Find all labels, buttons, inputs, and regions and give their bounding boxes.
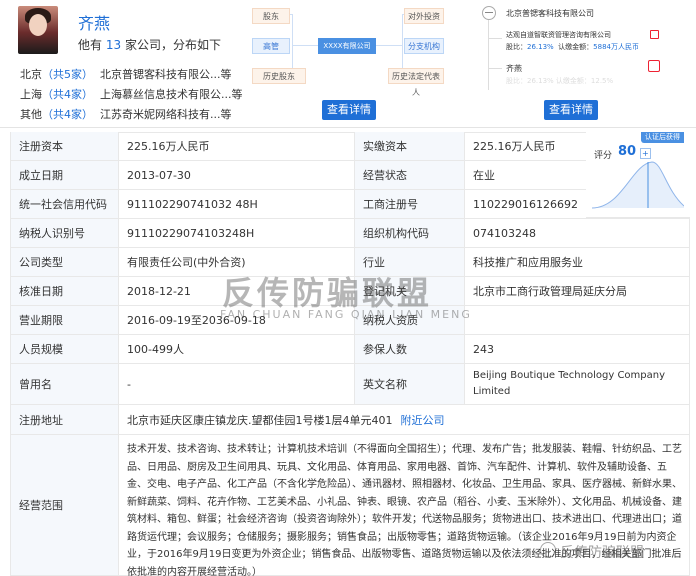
person-overview: 齐燕 他有 13 家公司，分布如下 北京（共5家） 北京普锶客科技有限公...等… xyxy=(0,0,696,128)
city-count: （共4家） xyxy=(42,88,93,101)
company-badge-icon xyxy=(650,30,659,39)
city-company[interactable]: 北京普锶客科技有限公...等 xyxy=(100,66,232,82)
person-badge-icon xyxy=(648,60,660,72)
value-former-name: - xyxy=(119,364,355,404)
city-name: 上海 xyxy=(20,88,42,101)
summary-prefix: 他有 xyxy=(78,38,103,52)
diagram-history-shareholder: 历史股东 xyxy=(252,68,306,84)
value-insured-count: 243 xyxy=(473,342,494,356)
panel-detail-button[interactable]: 查看详情 xyxy=(544,100,598,120)
label-former-name: 曾用名 xyxy=(11,364,119,404)
child-company-card[interactable]: 达观自道智联资管理咨询有限公司 股比：26.13% 认缴金额：5884万人民币 xyxy=(506,30,670,54)
table-row: 纳税人识别号 91110229074103248H 组织机构代码 0741032… xyxy=(10,219,690,248)
score-bell-curve xyxy=(592,161,684,209)
avatar[interactable] xyxy=(18,6,58,54)
city-row-shanghai[interactable]: 上海（共4家） 上海慕丝信息技术有限公...等 xyxy=(20,86,243,102)
diagram-line xyxy=(402,14,403,76)
city-name: 其他 xyxy=(20,108,42,121)
table-row: 注册地址 北京市延庆区康庄镇龙庆.望都佳园1号楼1层4单元401 附近公司 xyxy=(10,405,690,435)
watermark-subtext: FAN CHUAN FANG QIAN LIAN MENG xyxy=(220,308,472,321)
label-status: 经营状态 xyxy=(355,161,465,189)
value-english-name: Beijing Boutique Technology Company Limi… xyxy=(473,370,666,397)
child-company-stats: 股比：26.13% 认缴金额：5884万人民币 xyxy=(506,43,639,51)
label-company-type: 公司类型 xyxy=(11,248,119,276)
label-paid-capital: 实缴资本 xyxy=(355,132,465,160)
value-org-code: 074103248 xyxy=(473,226,536,240)
panel-company-name[interactable]: 北京普锶客科技有限公司 xyxy=(506,8,594,19)
city-name: 北京 xyxy=(20,68,42,81)
score-value: 80 xyxy=(618,144,637,159)
value-staff-size: 100-499人 xyxy=(119,335,355,363)
minus-icon xyxy=(485,12,493,13)
label-english-name: 英文名称 xyxy=(355,364,465,404)
city-company[interactable]: 上海慕丝信息技术有限公...等 xyxy=(100,86,243,102)
label-credit-code: 统一社会信用代码 xyxy=(11,190,119,218)
value-paid-capital: 225.16万人民币 xyxy=(465,132,587,160)
table-row: 人员规模 100-499人 参保人数 243 xyxy=(10,335,690,364)
label-registration-number: 工商注册号 xyxy=(355,190,465,218)
value-address: 北京市延庆区康庄镇龙庆.望都佳园1号楼1层4单元401 附近公司 xyxy=(119,405,691,434)
diagram-line xyxy=(376,45,402,46)
tree-line xyxy=(488,38,502,39)
label-business-term: 营业期限 xyxy=(11,306,119,334)
nearby-companies-link[interactable]: 附近公司 xyxy=(401,412,445,428)
company-count: 13 xyxy=(105,38,122,52)
child-company-name: 达观自道智联资管理咨询有限公司 xyxy=(506,31,611,39)
tree-line xyxy=(488,68,502,69)
label-founded-date: 成立日期 xyxy=(11,161,119,189)
value-founded-date: 2013-07-30 xyxy=(119,161,355,189)
label-insured-count: 参保人数 xyxy=(355,335,465,363)
city-count: （共5家） xyxy=(42,68,93,81)
avatar-face xyxy=(29,14,47,36)
table-row: 曾用名 - 英文名称 Beijing Boutique Technology C… xyxy=(10,364,690,405)
value-taxpayer-qualification xyxy=(465,306,691,334)
diagram-shareholder: 股东 xyxy=(252,8,290,24)
diagram-line xyxy=(292,14,293,76)
value-registration-authority: 北京市工商行政管理局延庆分局 xyxy=(473,285,627,298)
address-text: 北京市延庆区康庄镇龙庆.望都佳园1号楼1层4单元401 xyxy=(127,413,393,427)
city-count: （共4家） xyxy=(42,108,93,121)
city-row-other[interactable]: 其他（共4家） 江苏奇米妮网络科技有...等 xyxy=(20,106,232,122)
label-taxpayer-id: 纳税人识别号 xyxy=(11,219,119,247)
diagram-outbound-investment: 对外投资 xyxy=(404,8,444,24)
diagram-line xyxy=(292,45,318,46)
label-staff-size: 人员规模 xyxy=(11,335,119,363)
score-box[interactable]: 认证后获得 评分 80 + xyxy=(586,132,690,218)
watermark-logo-icon xyxy=(540,542,556,558)
diagram-center-company: XXXX有限公司 xyxy=(318,38,376,54)
value-credit-code: 911102290741032 48H xyxy=(119,190,355,218)
person-summary: 他有 13 家公司，分布如下 xyxy=(78,36,221,53)
diagram-history-legal-rep: 历史法定代表人 xyxy=(388,68,444,97)
panel-person-name[interactable]: 齐燕 xyxy=(506,63,522,74)
value-taxpayer-id: 91110229074103248H xyxy=(119,219,355,247)
label-address: 注册地址 xyxy=(11,405,119,434)
tree-line xyxy=(488,20,489,90)
corner-watermark: 反传防骗联盟 xyxy=(560,545,644,561)
score-tag: 认证后获得 xyxy=(641,132,684,143)
label-registered-capital: 注册资本 xyxy=(11,132,119,160)
summary-suffix: 家公司，分布如下 xyxy=(124,38,221,52)
diagram-detail-button[interactable]: 查看详情 xyxy=(322,100,376,120)
city-row-beijing[interactable]: 北京（共5家） 北京普锶客科技有限公...等 xyxy=(20,66,232,82)
score-plus-icon[interactable]: + xyxy=(640,148,651,159)
value-industry: 科技推广和应用服务业 xyxy=(473,256,583,269)
value-status: 在业 xyxy=(465,161,587,189)
city-company[interactable]: 江苏奇米妮网络科技有...等 xyxy=(100,106,232,122)
label-approval-date: 核准日期 xyxy=(11,277,119,305)
panel-faded-stats: 股比：26.13% 认缴金额：12.5% xyxy=(506,77,614,85)
label-business-scope: 经营范围 xyxy=(11,435,119,575)
label-org-code: 组织机构代码 xyxy=(355,219,465,247)
value-registered-capital: 225.16万人民币 xyxy=(119,132,355,160)
person-name[interactable]: 齐燕 xyxy=(78,10,110,34)
diagram-branch: 分支机构 xyxy=(404,38,444,54)
collapse-icon[interactable] xyxy=(482,6,496,20)
diagram-executive: 高管 xyxy=(252,38,290,54)
